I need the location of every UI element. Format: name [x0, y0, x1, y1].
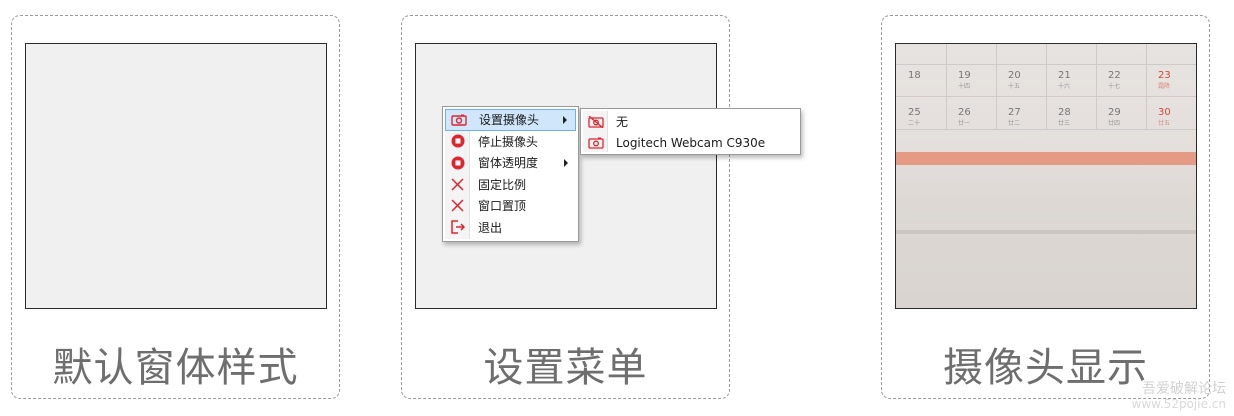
- menu-item-stop-camera[interactable]: 停止摄像头: [445, 131, 576, 153]
- exit-icon: [445, 219, 470, 235]
- menu-item-label: 停止摄像头: [478, 134, 539, 149]
- camera-submenu: 无 Logitech Webcam C930e: [580, 108, 801, 155]
- menu-item-label: 窗体透明度: [478, 156, 539, 171]
- submenu-item-logitech-webcam[interactable]: Logitech Webcam C930e: [583, 132, 798, 153]
- submenu-item-label: 无: [616, 115, 629, 129]
- panel-camera-display: 18 19 十四 20 十五 21 十六 22 十七 23 霜降 25 二十 26 廿一 27…: [881, 15, 1210, 399]
- panel-caption: 默认窗体样式: [52, 345, 299, 391]
- photo-shadow: [896, 230, 1196, 234]
- panel-caption: 设置菜单: [483, 345, 648, 391]
- panel-default-window: 默认窗体样式: [11, 15, 340, 399]
- calendar-day: 28 廿三: [1058, 107, 1071, 127]
- calendar-day: 22 十七: [1108, 70, 1121, 90]
- calendar-day: 30 廿五: [1158, 107, 1171, 127]
- x-icon: [445, 178, 470, 191]
- menu-item-set-camera[interactable]: 设置摄像头: [445, 109, 576, 131]
- menu-item-fixed-ratio[interactable]: 固定比例: [445, 174, 576, 196]
- stop-icon: [445, 156, 470, 170]
- calendar-day: 27 廿二: [1008, 107, 1021, 127]
- watermark: 吾爱破解论坛 www.52pojie.cn: [1131, 381, 1226, 412]
- camera-icon: [446, 114, 471, 126]
- submenu-item-none[interactable]: 无: [583, 111, 798, 132]
- camera-feed-image: 18 19 十四 20 十五 21 十六 22 十七 23 霜降 25 二十 26 廿一 27…: [895, 43, 1197, 309]
- calendar-stripe: [896, 152, 1196, 165]
- menu-item-label: 设置摄像头: [479, 113, 540, 128]
- menu-item-label: 退出: [478, 220, 503, 235]
- stop-icon: [445, 134, 470, 148]
- x-icon: [445, 199, 470, 212]
- camera-off-icon: [583, 115, 608, 128]
- calendar-day: 21 十六: [1058, 70, 1071, 90]
- menu-item-exit[interactable]: 退出: [445, 217, 576, 239]
- camera-icon: [583, 137, 608, 149]
- submenu-item-label: Logitech Webcam C930e: [616, 135, 766, 150]
- calendar-day: 23 霜降: [1158, 70, 1171, 90]
- menu-item-always-on-top[interactable]: 窗口置顶: [445, 195, 576, 217]
- submenu-arrow-icon: [564, 158, 568, 167]
- empty-window-preview: [25, 43, 327, 309]
- calendar-photo: 18 19 十四 20 十五 21 十六 22 十七 23 霜降 25 二十 26 廿一 27…: [896, 44, 1196, 154]
- menu-item-label: 固定比例: [478, 177, 527, 192]
- calendar-day: 18: [908, 70, 921, 81]
- menu-item-label: 窗口置顶: [478, 199, 527, 214]
- calendar-day: 25 二十: [908, 107, 921, 127]
- menu-item-window-opacity[interactable]: 窗体透明度: [445, 152, 576, 174]
- calendar-day: 26 廿一: [958, 107, 971, 127]
- context-menu: 设置摄像头 停止摄像头 窗体透明度 固定比例 窗口置顶 退出: [442, 106, 579, 242]
- submenu-arrow-icon: [563, 115, 567, 124]
- calendar-day: 19 十四: [958, 70, 971, 90]
- calendar-day: 20 十五: [1008, 70, 1021, 90]
- calendar-day: 29 廿四: [1108, 107, 1121, 127]
